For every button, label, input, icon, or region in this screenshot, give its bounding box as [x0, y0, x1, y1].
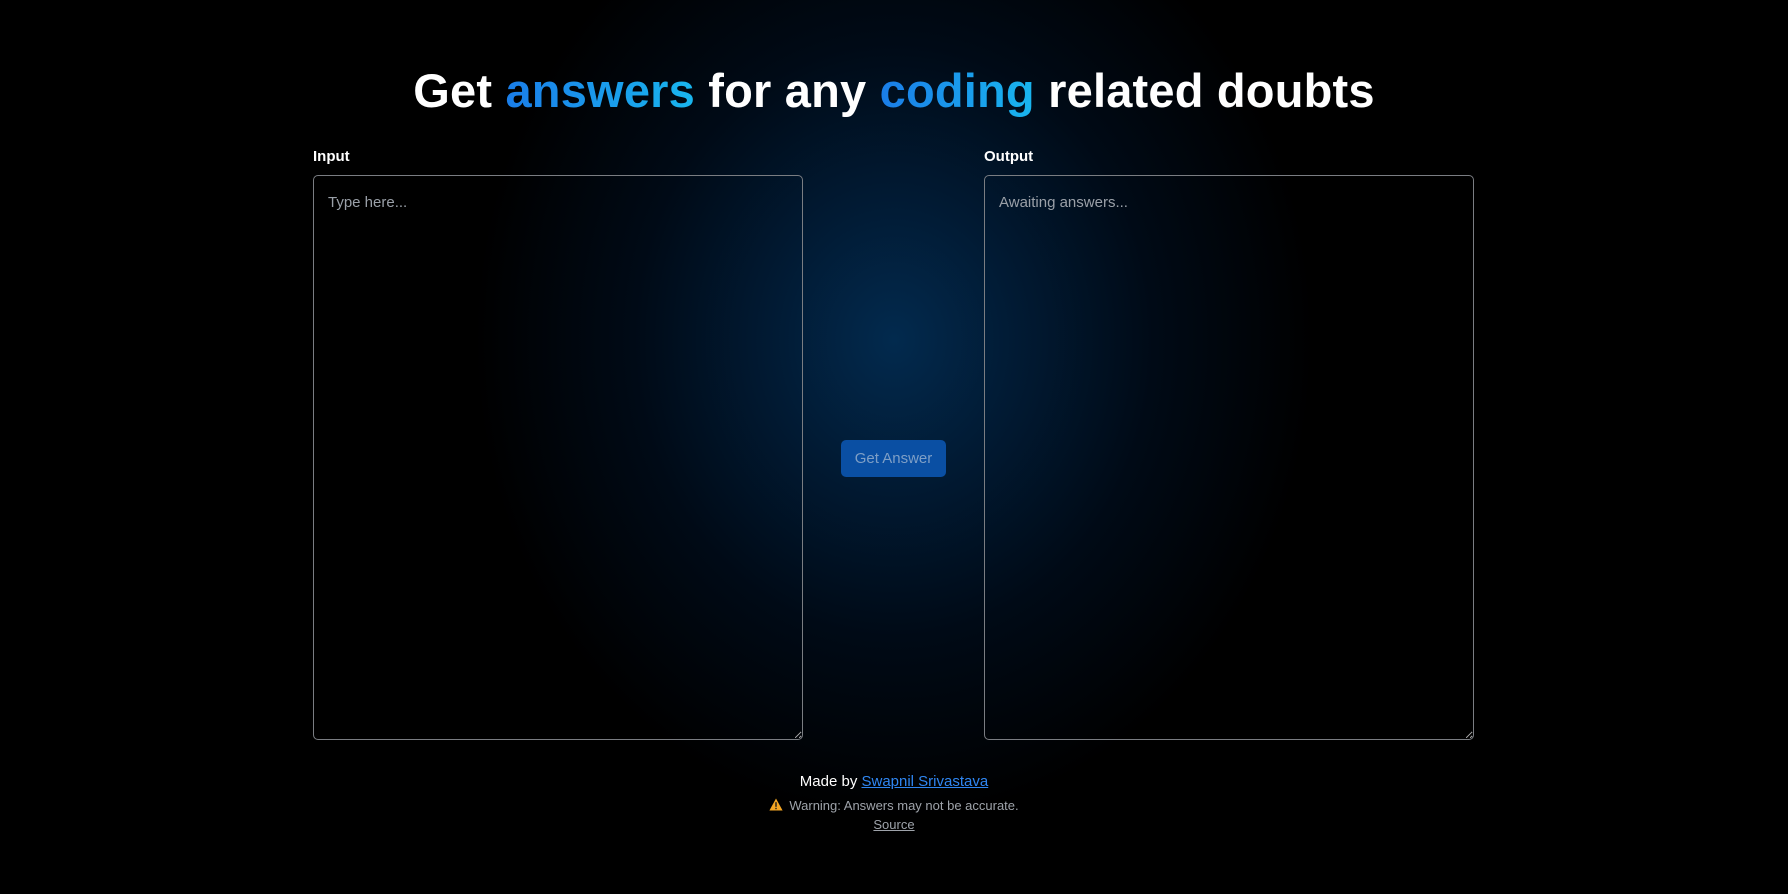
title-part-1: Get: [413, 64, 506, 117]
source-line: Source: [0, 817, 1788, 832]
title-part-3: related doubts: [1034, 64, 1375, 117]
output-textarea[interactable]: [984, 175, 1474, 740]
warning-line: Warning: Answers may not be accurate.: [0, 798, 1788, 813]
made-by-text: Made by: [799, 773, 862, 790]
output-label: Output: [984, 148, 1034, 165]
source-link[interactable]: Source: [873, 817, 914, 832]
page-title: Get answers for any coding related doubt…: [0, 58, 1788, 124]
input-label: Input: [313, 148, 350, 165]
made-by-line: Made by Swapnil Srivastava: [0, 773, 1788, 790]
author-link[interactable]: Swapnil Srivastava: [861, 773, 988, 790]
warning-triangle-icon: [769, 798, 783, 811]
title-highlight-answers: answers: [505, 64, 695, 117]
title-part-2: for any: [694, 64, 880, 117]
get-answer-button[interactable]: Get Answer: [841, 440, 946, 477]
input-textarea[interactable]: [313, 175, 803, 740]
title-highlight-coding: coding: [879, 64, 1035, 117]
warning-text: Warning: Answers may not be accurate.: [789, 798, 1019, 813]
